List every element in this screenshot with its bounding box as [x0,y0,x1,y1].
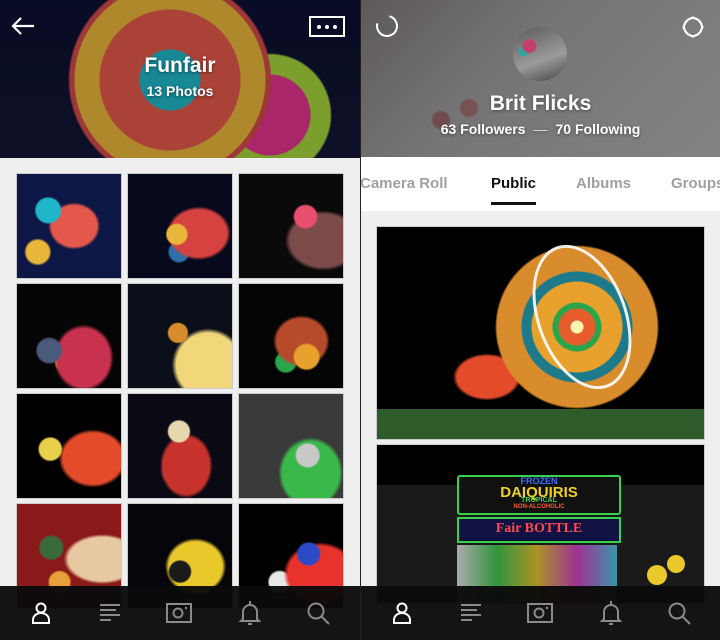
album-header: Funfair 13 Photos [0,0,360,158]
tab-profile[interactable] [28,600,54,626]
balloon [667,555,685,573]
sign-line: Fair BOTTLE [495,521,583,536]
sign-line: TROPICAL [521,497,557,504]
bottom-tab-bar [361,586,720,640]
daiquiri-sign: FROZEN DAIQUIRIS TROPICAL NON-ALCOHOLIC [457,475,621,515]
stats-separator: — [533,121,548,137]
photo-thumbnail[interactable] [127,393,233,499]
photo-thumbnail[interactable] [16,393,122,499]
photo-thumbnail[interactable] [238,283,344,389]
feed-photo[interactable]: FROZEN DAIQUIRIS TROPICAL NON-ALCOHOLIC … [376,444,705,605]
search-icon [307,602,330,625]
photo-thumbnail[interactable] [127,283,233,389]
tab-notifications[interactable] [237,600,263,626]
settings-button[interactable] [681,15,705,39]
list-icon [461,604,481,621]
tab-albums[interactable]: Albums [576,175,631,192]
tab-feed[interactable] [97,600,123,626]
following-count[interactable]: 70 Following [556,121,641,137]
photo-thumbnail[interactable] [238,173,344,279]
profile-name: Brit Flicks [489,92,592,115]
tab-groups[interactable]: Groups [671,175,720,192]
tab-camera[interactable] [166,600,192,626]
ellipsis-icon [317,24,321,29]
more-options-button[interactable] [309,16,345,37]
album-photo-count: 13 Photos [146,83,214,99]
photo-thumbnail[interactable] [127,173,233,279]
bottom-tab-bar [0,586,360,640]
camera-icon [527,603,553,623]
followers-count[interactable]: 63 Followers [441,121,526,137]
profile-stats: 63 Followers — 70 Following [361,121,720,137]
ellipsis-dot [333,24,337,29]
refresh-button[interactable] [371,10,403,42]
camera-icon [166,603,192,623]
feed-photo[interactable] [376,226,705,440]
search-icon [668,602,691,625]
album-title: Funfair [144,54,216,77]
tab-search[interactable] [305,600,331,626]
gear-icon [682,16,704,38]
tab-camera[interactable] [527,600,553,626]
tab-search[interactable] [666,600,692,626]
arrow-left-icon [11,17,34,35]
tab-notifications[interactable] [598,600,624,626]
person-icon [32,602,50,624]
album-screen: Funfair 13 Photos [0,0,360,640]
profile-screen: Brit Flicks 63 Followers — 70 Following Ca… [361,0,720,640]
balloon [647,565,667,585]
bell-icon [599,601,623,625]
profile-tabs: Camera Roll Public Albums Groups [361,157,720,211]
tab-public[interactable]: Public [491,175,537,205]
bottle-sign: Fair BOTTLE [457,517,621,543]
photo-thumbnail[interactable] [16,173,122,279]
avatar[interactable] [513,27,567,81]
list-icon [100,604,120,621]
bell-icon [238,601,262,625]
photo-grid [16,173,346,609]
back-button[interactable] [10,14,38,38]
ellipsis-dot [325,24,329,29]
tab-feed[interactable] [458,600,484,626]
person-icon [393,602,411,624]
tab-camera-roll[interactable]: Camera Roll [361,175,448,192]
photo-thumbnail[interactable] [16,283,122,389]
profile-header: Brit Flicks 63 Followers — 70 Following [361,0,720,157]
sign-line: NON-ALCOHOLIC [513,504,565,510]
tab-profile[interactable] [389,600,415,626]
photo-thumbnail[interactable] [238,393,344,499]
